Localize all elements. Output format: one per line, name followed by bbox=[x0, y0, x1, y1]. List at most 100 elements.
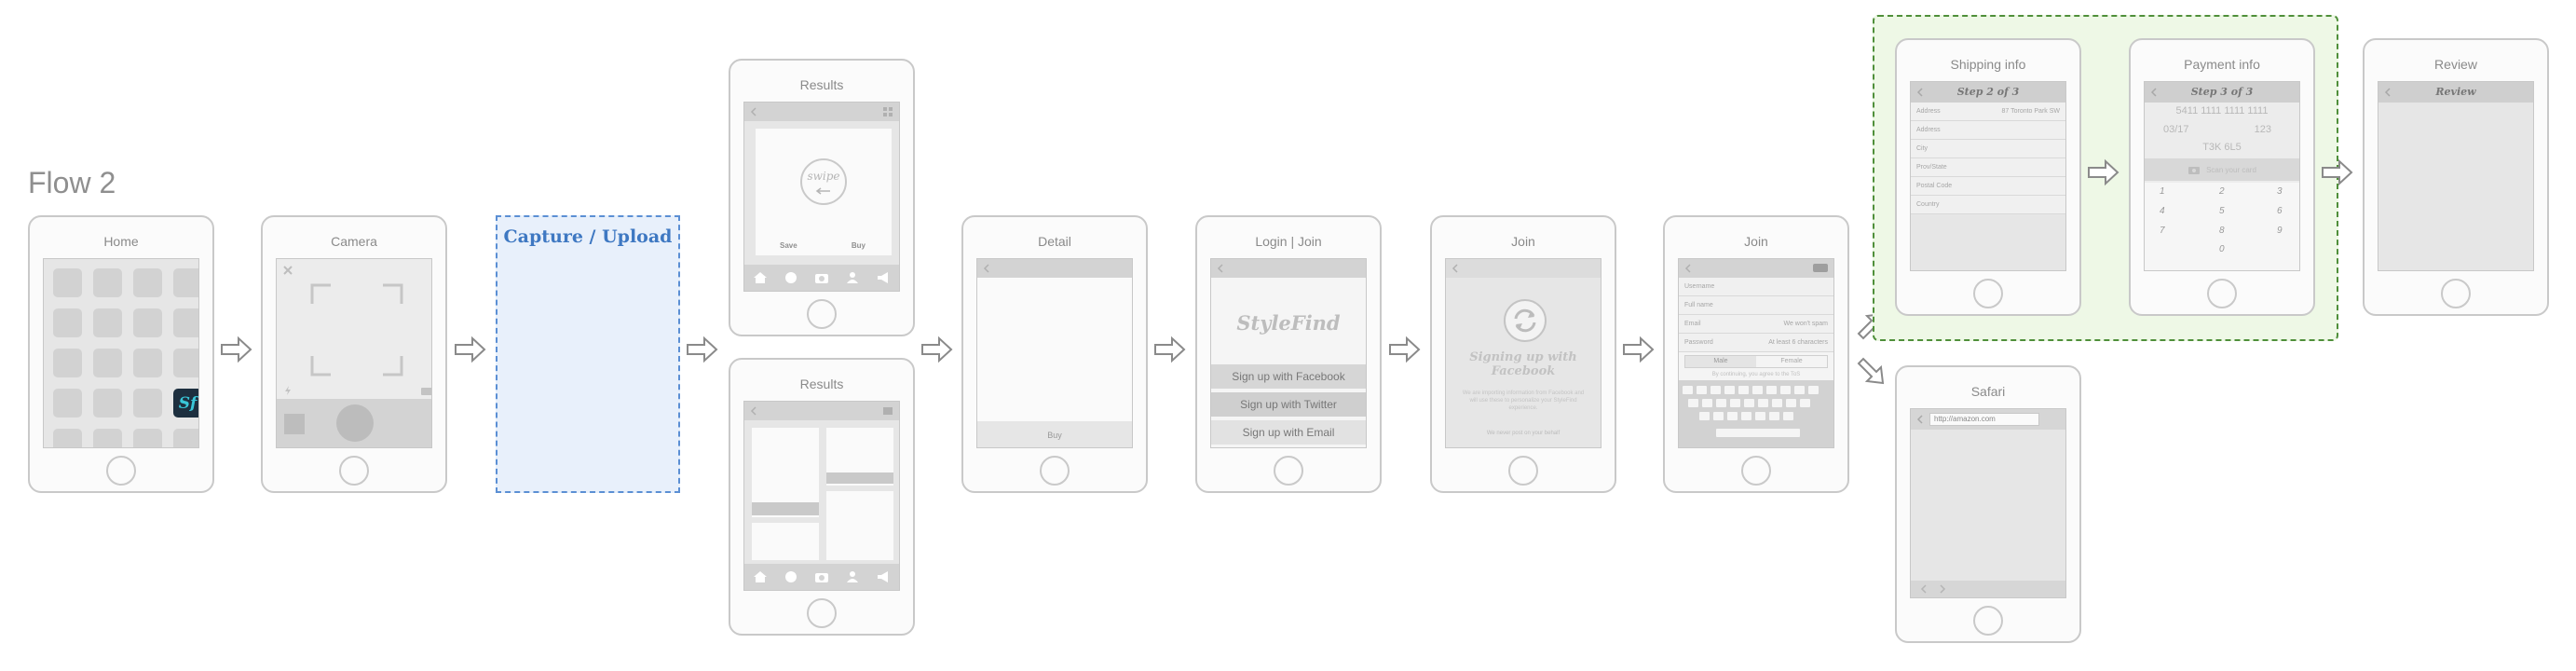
password-field[interactable]: Password At least 6 characters bbox=[1679, 334, 1833, 352]
expiry-field[interactable]: 03/17 bbox=[2163, 124, 2189, 135]
shutter-button[interactable] bbox=[336, 404, 374, 442]
keyboard[interactable] bbox=[1679, 380, 1833, 447]
home-button[interactable] bbox=[1973, 606, 2003, 636]
app-icon[interactable] bbox=[53, 429, 82, 447]
app-icon[interactable] bbox=[133, 308, 162, 337]
switch-camera-icon[interactable] bbox=[420, 386, 432, 396]
keypad-key[interactable]: 5 bbox=[2219, 206, 2225, 216]
keyboard-key[interactable] bbox=[1758, 399, 1768, 407]
heart-tab-icon[interactable] bbox=[784, 271, 798, 284]
home-button[interactable] bbox=[106, 456, 136, 486]
megaphone-tab-icon[interactable] bbox=[876, 570, 891, 583]
home-button[interactable] bbox=[2207, 279, 2237, 308]
app-icon[interactable] bbox=[93, 308, 122, 337]
keyboard-key[interactable] bbox=[1716, 399, 1726, 407]
profile-tab-icon[interactable] bbox=[845, 271, 860, 284]
heart-tab-icon[interactable] bbox=[784, 570, 798, 583]
app-icon[interactable] bbox=[93, 389, 122, 418]
home-button[interactable] bbox=[339, 456, 369, 486]
result-item[interactable] bbox=[826, 491, 893, 560]
keypad-key[interactable]: 2 bbox=[2219, 186, 2225, 197]
back-icon[interactable] bbox=[1452, 264, 1459, 273]
app-icon[interactable] bbox=[53, 349, 82, 377]
home-tab-icon[interactable] bbox=[753, 570, 768, 583]
postal-field[interactable]: T3K 6L5 bbox=[2145, 142, 2299, 153]
keypad-key[interactable]: 0 bbox=[2219, 244, 2225, 254]
home-button[interactable] bbox=[807, 598, 837, 628]
app-icon[interactable] bbox=[173, 429, 198, 447]
result-item[interactable] bbox=[826, 428, 893, 486]
signup-twitter-button[interactable]: Sign up with Twitter bbox=[1211, 392, 1366, 417]
gender-male-option[interactable]: Male bbox=[1685, 356, 1756, 367]
app-icon[interactable] bbox=[133, 268, 162, 297]
home-button[interactable] bbox=[1508, 456, 1538, 486]
result-item[interactable] bbox=[752, 523, 819, 560]
keyboard-key[interactable] bbox=[1744, 399, 1754, 407]
profile-tab-icon[interactable] bbox=[845, 570, 860, 583]
keypad-key[interactable]: 3 bbox=[2277, 186, 2283, 197]
gallery-thumbnail[interactable] bbox=[284, 414, 305, 434]
fullname-field[interactable]: Full name bbox=[1679, 296, 1833, 315]
keyboard-key[interactable] bbox=[1769, 412, 1779, 420]
keyboard-key[interactable] bbox=[1752, 386, 1763, 394]
keyboard-key[interactable] bbox=[1766, 386, 1777, 394]
keypad-key[interactable]: 1 bbox=[2160, 186, 2165, 197]
keyboard-key[interactable] bbox=[1794, 386, 1805, 394]
forward-nav-icon[interactable] bbox=[1939, 584, 1946, 594]
keypad-key[interactable]: 4 bbox=[2160, 206, 2165, 216]
back-icon[interactable] bbox=[983, 264, 990, 273]
keypad-key[interactable]: 7 bbox=[2160, 226, 2165, 236]
buy-button[interactable]: Buy bbox=[977, 431, 1132, 440]
back-icon[interactable] bbox=[750, 107, 757, 116]
card-number-field[interactable]: 5411 1111 1111 1111 bbox=[2145, 105, 2299, 116]
camera-tab-icon[interactable] bbox=[814, 570, 829, 583]
prov-state-field[interactable]: Prov/State bbox=[1911, 158, 2065, 177]
app-icon[interactable] bbox=[173, 349, 198, 377]
keyboard-key[interactable] bbox=[1727, 412, 1738, 420]
app-icon[interactable] bbox=[133, 429, 162, 447]
keyboard-key[interactable] bbox=[1783, 412, 1793, 420]
flash-icon[interactable] bbox=[282, 385, 293, 396]
username-field[interactable]: Username bbox=[1679, 278, 1833, 296]
list-view-icon[interactable] bbox=[882, 405, 893, 417]
cvv-field[interactable]: 123 bbox=[2255, 124, 2271, 135]
back-icon[interactable] bbox=[1916, 415, 1924, 424]
app-icon[interactable] bbox=[53, 308, 82, 337]
app-icon[interactable] bbox=[93, 429, 122, 447]
gender-female-option[interactable]: Female bbox=[1756, 356, 1827, 367]
keyboard-key[interactable] bbox=[1800, 399, 1810, 407]
keyboard-key[interactable] bbox=[1683, 386, 1693, 394]
keyboard-key[interactable] bbox=[1772, 399, 1782, 407]
home-button[interactable] bbox=[807, 299, 837, 329]
scan-card-button[interactable]: Scan your card bbox=[2145, 158, 2299, 181]
save-button[interactable]: Save bbox=[780, 241, 797, 250]
keyboard-key[interactable] bbox=[1699, 412, 1710, 420]
back-icon[interactable] bbox=[1217, 264, 1224, 273]
grid-view-icon[interactable] bbox=[882, 106, 893, 117]
keyboard-key[interactable] bbox=[1688, 399, 1698, 407]
home-button[interactable] bbox=[1274, 456, 1303, 486]
keyboard-key[interactable] bbox=[1713, 412, 1724, 420]
keyboard-key[interactable] bbox=[1738, 386, 1749, 394]
country-field[interactable]: Country bbox=[1911, 196, 2065, 214]
home-button[interactable] bbox=[1741, 456, 1771, 486]
home-button[interactable] bbox=[1973, 279, 2003, 308]
keyboard-key[interactable] bbox=[1697, 386, 1707, 394]
app-icon[interactable] bbox=[93, 268, 122, 297]
keyboard-key[interactable] bbox=[1702, 399, 1712, 407]
result-card[interactable]: swipe Save Buy bbox=[756, 129, 892, 255]
camera-tab-icon[interactable] bbox=[814, 271, 829, 284]
keyboard-key[interactable] bbox=[1808, 386, 1819, 394]
app-icon[interactable] bbox=[173, 268, 198, 297]
home-button[interactable] bbox=[1040, 456, 1070, 486]
home-tab-icon[interactable] bbox=[753, 271, 768, 284]
keyboard-key[interactable] bbox=[1741, 412, 1751, 420]
keyboard-key[interactable] bbox=[1780, 386, 1791, 394]
url-bar[interactable]: http://amazon.com bbox=[1929, 413, 2039, 426]
app-icon[interactable] bbox=[53, 389, 82, 418]
app-icon[interactable] bbox=[133, 389, 162, 418]
keyboard-key[interactable] bbox=[1755, 412, 1765, 420]
buy-button[interactable]: Buy bbox=[852, 241, 865, 250]
stylefind-app-icon[interactable]: Sf bbox=[173, 389, 198, 418]
keyboard-key[interactable] bbox=[1730, 399, 1740, 407]
